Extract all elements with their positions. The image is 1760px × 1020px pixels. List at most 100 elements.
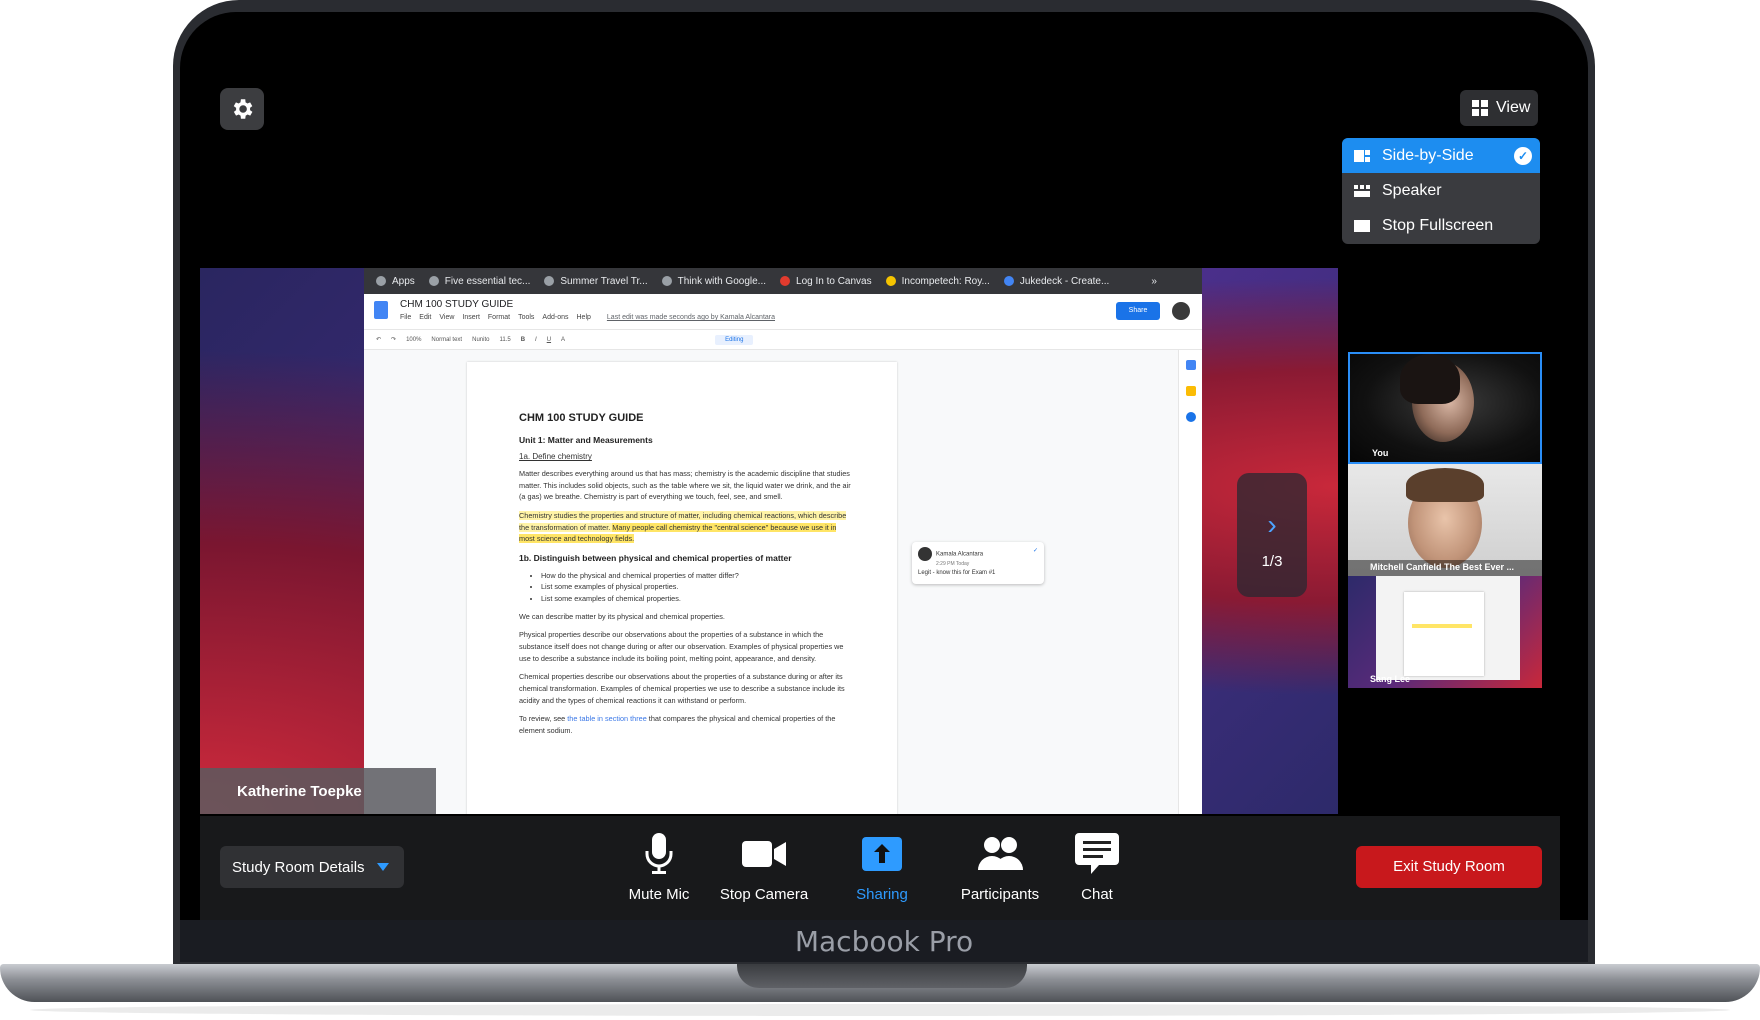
doc-title: CHM 100 STUDY GUIDE	[400, 299, 514, 310]
participants-button[interactable]: Participants	[945, 830, 1055, 910]
highlighted-paragraph: Chemistry studies the properties and str…	[519, 510, 851, 545]
view-option-side-by-side[interactable]: Side-by-Side ✓	[1342, 138, 1540, 173]
participant-tile-sang[interactable]: Sang Lee	[1348, 576, 1542, 688]
list-item: List some examples of physical propertie…	[541, 581, 851, 593]
caret-down-icon	[376, 863, 389, 871]
mute-mic-button[interactable]: Mute Mic	[604, 830, 714, 910]
doc-toolbar: ↶ ↷ 100% Normal text Nunito 11.5 B I U A…	[364, 330, 1202, 350]
camera-label: Stop Camera	[719, 886, 809, 903]
participant-name: Sang Lee	[1370, 674, 1411, 684]
view-label: View	[1496, 99, 1531, 116]
bookmark: Think with Google...	[661, 276, 766, 287]
size-input: 11.5	[499, 336, 511, 343]
tasks-icon	[1185, 412, 1196, 422]
text: To review, see	[519, 714, 568, 724]
page-navigator[interactable]: › 1/3	[1237, 473, 1307, 597]
undo-icon: ↶	[376, 337, 382, 343]
menu-insert: Insert	[462, 314, 480, 321]
view-option-label: Stop Fullscreen	[1382, 216, 1494, 234]
laptop-mockup: View Side-by-Side ✓ Speaker Stop Fullscr…	[0, 0, 1760, 1020]
paragraph: Matter describes everything around us th…	[519, 468, 851, 502]
view-option-label: Speaker	[1382, 181, 1442, 199]
menu-addons: Add-ons	[542, 314, 569, 321]
side-by-side-icon	[1354, 149, 1370, 162]
google-icon	[544, 276, 555, 286]
text-color-icon: A	[561, 336, 566, 343]
bookmark: Jukedeck - Create...	[1003, 276, 1109, 287]
paragraph: We can describe matter by its physical a…	[519, 611, 725, 621]
bookmark: Summer Travel Tr...	[544, 276, 648, 287]
menu-help: Help	[576, 314, 591, 321]
style-select: Normal text	[431, 336, 463, 343]
last-edit-note: Last edit was made seconds ago by Kamala…	[606, 314, 776, 321]
view-option-speaker[interactable]: Speaker	[1342, 173, 1540, 208]
paragraph: To review, see the table in section thre…	[519, 713, 851, 736]
menu-edit: Edit	[419, 314, 432, 321]
menu-tools: Tools	[518, 314, 535, 321]
view-button[interactable]: View	[1460, 90, 1538, 126]
editing-mode: Editing	[715, 334, 754, 345]
check-icon: ✓	[1514, 147, 1532, 165]
participant-screen-doc	[1404, 592, 1484, 676]
chat-icon	[1075, 833, 1119, 874]
laptop-hinge-notch	[737, 964, 1027, 988]
avatar	[918, 547, 932, 561]
hair	[1406, 468, 1484, 502]
menu-format: Format	[487, 314, 511, 321]
doc-menubar: File Edit View Insert Format Tools Add-o…	[400, 314, 775, 321]
sharing-label: Sharing	[856, 886, 908, 903]
bookmarks-bar: Apps Five essential tec... Summer Travel…	[364, 268, 1202, 294]
google-icon	[661, 276, 672, 286]
grid-icon	[1472, 100, 1488, 116]
bookmark: Apps	[376, 276, 415, 287]
calendar-icon	[1185, 360, 1196, 370]
chat-label: Chat	[1081, 886, 1113, 903]
participant-tile-you[interactable]: You	[1348, 352, 1542, 464]
keep-icon	[1185, 386, 1196, 396]
view-option-stop-fullscreen[interactable]: Stop Fullscreen	[1342, 208, 1540, 243]
microphone-icon	[645, 833, 673, 874]
sharing-button[interactable]: Sharing	[827, 830, 937, 910]
highlight	[1412, 624, 1472, 628]
docs-side-panel	[1178, 350, 1202, 814]
section-heading: 1b. Distinguish between physical and che…	[519, 553, 792, 564]
participants-icon	[978, 837, 1023, 870]
device-brand-label: Macbook Pro	[794, 925, 974, 958]
details-label: Study Room Details	[232, 858, 365, 876]
exit-study-room-button[interactable]: Exit Study Room	[1356, 846, 1542, 888]
redo-icon: ↷	[391, 337, 397, 343]
chevron-right-icon[interactable]: ›	[1237, 509, 1307, 541]
settings-button[interactable]	[220, 88, 264, 130]
doc-heading: CHM 100 STUDY GUIDE	[519, 412, 644, 424]
bookmark-icon	[428, 276, 439, 286]
list-item: List some examples of chemical propertie…	[541, 593, 851, 605]
bookmark: Log In to Canvas	[780, 276, 872, 287]
bookmark: Incompetech: Roy...	[885, 276, 990, 287]
doc-share-button: Share	[1116, 302, 1160, 320]
gear-icon	[233, 99, 253, 119]
view-option-label: Side-by-Side	[1382, 146, 1474, 164]
stop-camera-button[interactable]: Stop Camera	[709, 830, 819, 910]
comment-text: Legit - know this for Exam #1	[918, 570, 996, 576]
font-select: Nunito	[472, 336, 490, 343]
italic-icon: I	[535, 336, 537, 343]
doc-page: CHM 100 STUDY GUIDE Unit 1: Matter and M…	[467, 362, 897, 814]
doc-link: the table in section three	[567, 714, 647, 724]
bookmark-overflow: »	[1151, 275, 1157, 287]
fullscreen-icon	[1354, 219, 1370, 232]
page-count: 1/3	[1261, 553, 1283, 570]
section-heading: 1a. Define chemistry	[519, 452, 592, 462]
docs-logo-icon	[374, 301, 388, 319]
chat-button[interactable]: Chat	[1042, 830, 1152, 910]
unit-heading: Unit 1: Matter and Measurements	[519, 434, 653, 445]
youtube-icon	[885, 276, 896, 286]
participant-tile-mitchell[interactable]: Mitchell Canfield The Best Ever ...	[1348, 464, 1542, 576]
bookmark: Five essential tec...	[428, 276, 530, 287]
zoom-select: 100%	[406, 336, 422, 343]
view-menu: Side-by-Side ✓ Speaker Stop Fullscreen	[1342, 138, 1540, 244]
study-room-details-button[interactable]: Study Room Details	[220, 846, 404, 888]
presenter-name-tag: Katherine Toepke	[200, 768, 436, 814]
comment-time: 2:29 PM Today	[936, 561, 970, 567]
video-camera-icon	[742, 841, 786, 867]
doc-comment: Kamala Alcantara ✓ 2:29 PM Today Legit -…	[912, 542, 1044, 584]
